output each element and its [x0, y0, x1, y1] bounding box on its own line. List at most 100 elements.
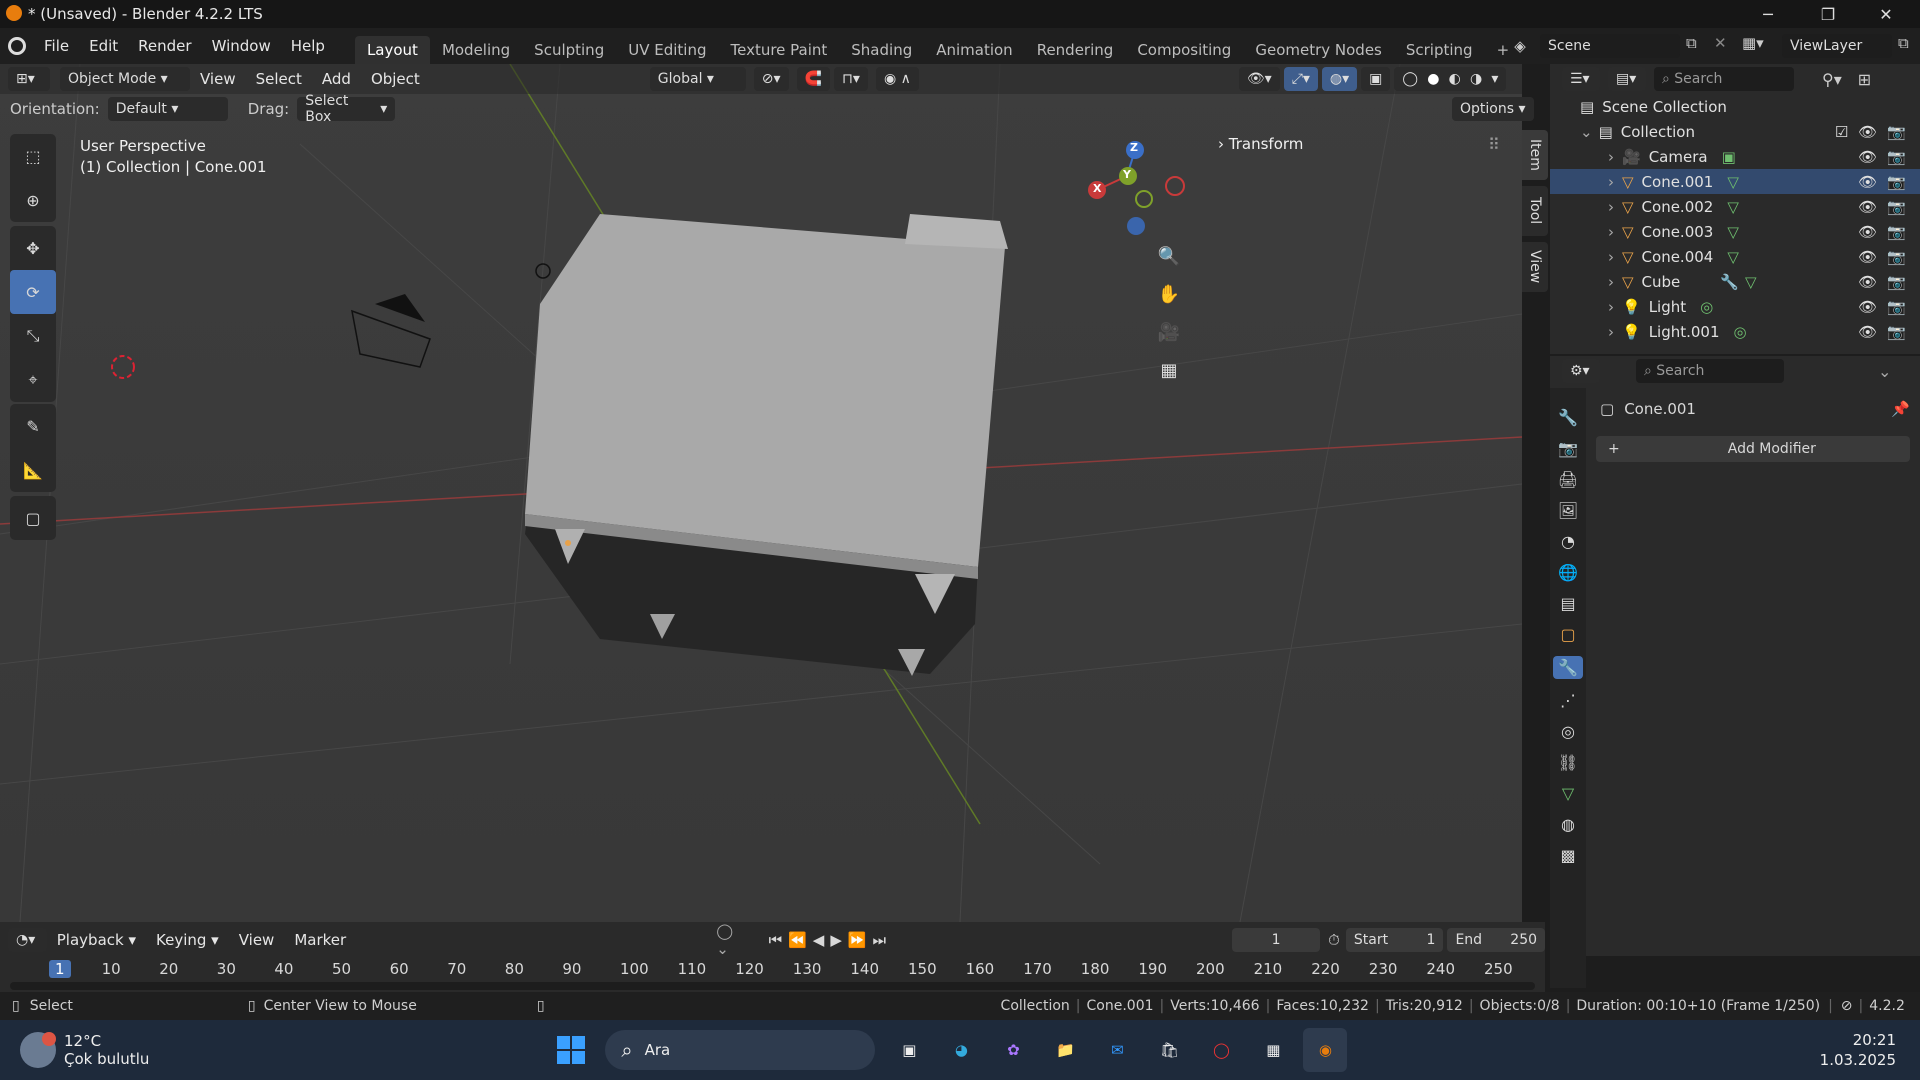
properties-editor-type-icon[interactable]: ⚙▾	[1562, 359, 1600, 383]
outliner-editor-type-icon[interactable]: ☰▾	[1562, 67, 1600, 91]
outliner-search-input[interactable]: ⌕ Search	[1654, 67, 1794, 91]
outliner-item-cone-003[interactable]: › ▽ Cone.003 ▽ 👁 📷	[1550, 219, 1920, 244]
scene-field[interactable]: Scene	[1540, 34, 1680, 58]
pivot-icon[interactable]: ⊘▾	[753, 67, 789, 91]
collection-tab-icon[interactable]: ▤	[1560, 594, 1575, 613]
render-camera-icon[interactable]: 📷	[1887, 273, 1906, 291]
expand-icon[interactable]: ›	[1608, 173, 1614, 191]
opera-icon[interactable]: ◯	[1199, 1028, 1243, 1072]
menu-help[interactable]: Help	[281, 28, 335, 64]
timeline-editor-type-icon[interactable]: ◔▾	[8, 928, 47, 952]
timeline-menu-view[interactable]: View	[229, 922, 285, 958]
transform-tool-icon[interactable]: ⌖	[10, 358, 56, 402]
new-collection-icon[interactable]: ⊞	[1858, 70, 1871, 89]
xray-toggle-icon[interactable]: ▣	[1361, 67, 1391, 91]
close-button[interactable]: ✕	[1858, 0, 1914, 28]
expand-icon[interactable]: ›	[1608, 248, 1614, 266]
tab-rendering[interactable]: Rendering	[1025, 36, 1126, 64]
collapse-chevron-icon[interactable]: ⌄	[1580, 123, 1593, 141]
scale-tool-icon[interactable]: ⤡	[10, 314, 56, 358]
world-tab-icon[interactable]: 🌐	[1558, 563, 1578, 582]
render-camera-icon[interactable]: 📷	[1887, 223, 1906, 241]
editor-type-icon[interactable]: ⊞▾	[8, 67, 50, 91]
tab-modeling[interactable]: Modeling	[430, 36, 522, 64]
tab-item[interactable]: Item	[1522, 130, 1548, 180]
shading-mode-buttons[interactable]: ◯ ● ◐ ◑ ▾	[1394, 67, 1507, 91]
display-mode-icon[interactable]: ▤▾	[1608, 67, 1646, 91]
eye-icon[interactable]: 👁	[1858, 273, 1877, 291]
tab-tool[interactable]: Tool	[1522, 186, 1548, 236]
current-frame-field[interactable]: 1	[1232, 928, 1321, 952]
outliner-item-cone-002[interactable]: › ▽ Cone.002 ▽ 👁 📷	[1550, 194, 1920, 219]
tab-geometry-nodes[interactable]: Geometry Nodes	[1243, 36, 1394, 64]
panel-grip-icon[interactable]: ⠿	[1488, 135, 1500, 154]
constraints-tab-icon[interactable]: ⛓	[1558, 753, 1578, 772]
wireframe-shading-icon[interactable]: ◯	[1402, 71, 1418, 87]
weather-widget[interactable]: 12°C Çok bulutlu	[64, 1032, 149, 1068]
viewport-menu-add[interactable]: Add	[312, 61, 361, 97]
material-shading-icon[interactable]: ◐	[1449, 71, 1461, 87]
proportional-edit-icon[interactable]: ◉ ∧	[875, 67, 919, 91]
viewport-menu-select[interactable]: Select	[246, 61, 312, 97]
file-explorer-icon[interactable]: 📁	[1043, 1028, 1087, 1072]
tab-sculpting[interactable]: Sculpting	[522, 36, 616, 64]
rotate-tool-icon[interactable]: ⟳	[10, 270, 56, 314]
3d-viewport[interactable]	[0, 64, 1522, 922]
tab-layout[interactable]: Layout	[354, 36, 430, 64]
camera-view-icon[interactable]: 🎥	[1152, 316, 1186, 348]
rendered-shading-icon[interactable]: ◑	[1470, 71, 1482, 87]
weather-icon[interactable]	[20, 1032, 56, 1068]
select-box-tool-icon[interactable]: ⬚	[10, 134, 56, 178]
prev-keyframe-icon[interactable]: ⏪	[788, 931, 813, 949]
task-view-icon[interactable]: ▣	[887, 1028, 931, 1072]
render-tab-icon[interactable]: 📷	[1558, 439, 1578, 458]
zoom-icon[interactable]: 🔍	[1152, 240, 1186, 272]
timeline-menu-marker[interactable]: Marker	[284, 922, 356, 958]
options-dropdown[interactable]: Options ▾	[1452, 97, 1534, 121]
cursor-tool-icon[interactable]: ⊕	[10, 178, 56, 222]
snap-icon[interactable]: 🧲	[796, 67, 830, 91]
output-tab-icon[interactable]: 🖨	[1558, 470, 1578, 489]
tab-view[interactable]: View	[1522, 242, 1548, 292]
menu-edit[interactable]: Edit	[79, 28, 128, 64]
navigation-gizmo[interactable]: Z Y X	[1080, 136, 1190, 246]
modifier-tab-icon[interactable]: 🔧	[1553, 656, 1583, 679]
maximize-button[interactable]: ❐	[1800, 0, 1856, 28]
eye-icon[interactable]: 👁	[1858, 323, 1877, 341]
start-button[interactable]	[549, 1028, 593, 1072]
eye-icon[interactable]: 👁	[1858, 173, 1877, 191]
clock[interactable]: 20:21 1.03.2025	[1820, 1030, 1896, 1070]
timeline-menu-keying[interactable]: Keying ▾	[146, 922, 229, 958]
perspective-toggle-icon[interactable]: ▦	[1152, 354, 1186, 386]
transform-panel-header[interactable]: › Transform	[1218, 135, 1303, 153]
object-tab-icon[interactable]: ▢	[1560, 625, 1575, 644]
outliner-item-camera[interactable]: › 🎥 Camera ▣ 👁 📷	[1550, 144, 1920, 169]
drag-dropdown[interactable]: Select Box ▾	[297, 93, 396, 125]
transform-orientation-dropdown[interactable]: Global ▾	[649, 67, 746, 91]
menu-window[interactable]: Window	[202, 28, 281, 64]
taskbar-search-box[interactable]: ⌕ Ara	[605, 1030, 876, 1070]
visibility-icon[interactable]: 👁▾	[1238, 67, 1280, 91]
collection-row[interactable]: ⌄ ▤ Collection ☑ 👁 📷	[1550, 119, 1920, 144]
outliner-item-cone-001[interactable]: › ▽ Cone.001 ▽ 👁 📷	[1550, 169, 1920, 194]
menu-render[interactable]: Render	[128, 28, 201, 64]
orientation-dropdown[interactable]: Default ▾	[107, 97, 228, 121]
measure-tool-icon[interactable]: 📐	[10, 448, 56, 492]
add-cube-tool-icon[interactable]: ▢	[10, 496, 56, 540]
jump-start-icon[interactable]: ⏮	[769, 931, 789, 949]
tab-animation[interactable]: Animation	[924, 36, 1024, 64]
tab-uv-editing[interactable]: UV Editing	[616, 36, 718, 64]
expand-icon[interactable]: ›	[1608, 323, 1614, 341]
pan-hand-icon[interactable]: ✋	[1152, 278, 1186, 310]
expand-icon[interactable]: ›	[1608, 198, 1614, 216]
outliner-item-light[interactable]: › 💡 Light ◎ 👁 📷	[1550, 294, 1920, 319]
new-view-layer-icon[interactable]: ⧉	[1898, 34, 1920, 58]
tab-compositing[interactable]: Compositing	[1125, 36, 1243, 64]
outliner-item-light-001[interactable]: › 💡 Light.001 ◎ 👁 📷	[1550, 319, 1920, 344]
new-scene-icon[interactable]: ⧉	[1686, 34, 1708, 58]
next-keyframe-icon[interactable]: ⏩	[848, 931, 873, 949]
view-layer-tab-icon[interactable]: 🖼	[1558, 501, 1578, 520]
expand-icon[interactable]: ›	[1608, 273, 1614, 291]
outliner-item-cube[interactable]: › ▽ Cube 🔧 ▽ 👁 📷	[1550, 269, 1920, 294]
render-camera-icon[interactable]: 📷	[1887, 323, 1906, 341]
